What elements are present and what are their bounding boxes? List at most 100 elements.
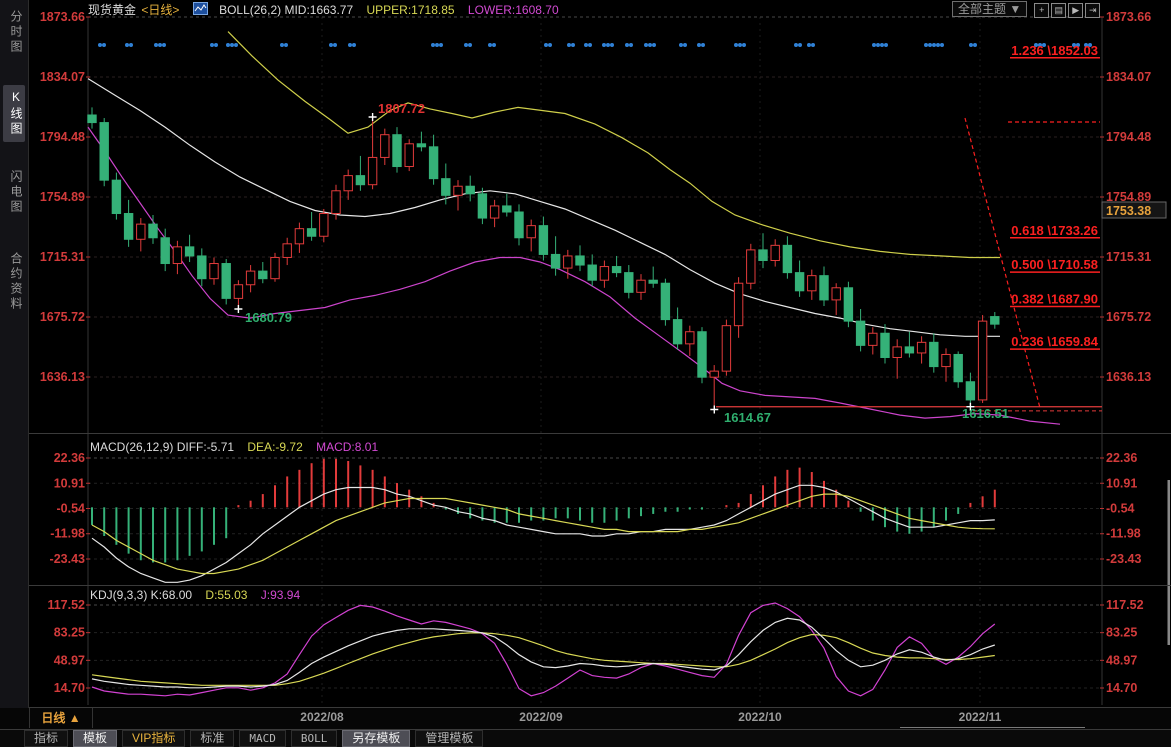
event-dot-icon	[439, 43, 443, 47]
period-selector[interactable]: 日线 ▲	[29, 708, 93, 728]
event-dot-icon	[210, 43, 214, 47]
event-dot-icon	[876, 43, 880, 47]
tab-macd[interactable]: MACD	[239, 730, 286, 747]
candle	[210, 264, 218, 279]
candle	[539, 226, 547, 255]
candle	[246, 271, 254, 285]
svg-text:14.70: 14.70	[54, 681, 85, 695]
chart-header: 现货黄金 <日线> BOLL(26,2) MID:1663.77 UPPER:1…	[88, 1, 569, 18]
event-dot-icon	[936, 43, 940, 47]
theme-dropdown[interactable]: 全部主题 ▼	[952, 1, 1027, 17]
event-dot-icon	[230, 43, 234, 47]
event-dot-icon	[629, 43, 633, 47]
event-dot-icon	[794, 43, 798, 47]
svg-text:-0.54: -0.54	[57, 502, 86, 516]
svg-text:117.52: 117.52	[1106, 598, 1144, 612]
candle	[856, 321, 864, 345]
event-dot-icon	[679, 43, 683, 47]
event-dot-icon	[610, 43, 614, 47]
candle	[417, 144, 425, 147]
candle	[942, 354, 950, 366]
event-dot-icon	[129, 43, 133, 47]
tab-standard[interactable]: 标准	[190, 730, 234, 747]
candle	[137, 224, 145, 239]
scrollbar[interactable]	[900, 727, 1085, 728]
tab-indicators[interactable]: 指标	[24, 730, 68, 747]
svg-text:1715.31: 1715.31	[1106, 250, 1151, 264]
sidebar-item-flash[interactable]: 闪电图	[3, 165, 25, 220]
candle	[100, 123, 108, 181]
candle	[222, 264, 230, 299]
candle	[966, 382, 974, 400]
candle	[673, 320, 681, 344]
vertical-scrollbar[interactable]	[1168, 480, 1171, 645]
svg-text:1834.07: 1834.07	[40, 70, 85, 84]
sidebar-item-time-share[interactable]: 分时图	[3, 5, 25, 60]
tab-save-template[interactable]: 另存模板	[342, 730, 410, 747]
event-dot-icon	[162, 43, 166, 47]
event-dot-icon	[280, 43, 284, 47]
step-forward-icon[interactable]: ▶	[1068, 3, 1083, 18]
event-dot-icon	[488, 43, 492, 47]
svg-text:1873.66: 1873.66	[1106, 10, 1151, 24]
event-dot-icon	[701, 43, 705, 47]
candle	[149, 224, 157, 238]
boll-mid-label: BOLL(26,2) MID:1663.77	[219, 3, 353, 17]
candle	[686, 332, 694, 344]
candle	[637, 280, 645, 292]
event-dot-icon	[125, 43, 129, 47]
event-dot-icon	[284, 43, 288, 47]
move-pad-icon[interactable]: +	[1034, 3, 1049, 18]
fit-chart-icon[interactable]: ▤	[1051, 3, 1066, 18]
event-dot-icon	[969, 43, 973, 47]
event-dot-icon	[807, 43, 811, 47]
jump-end-icon[interactable]: ⇥	[1085, 3, 1100, 18]
tab-templates[interactable]: 模板	[73, 730, 117, 747]
time-axis-row: 日线 ▲ 2022/082022/092022/102022/11	[0, 708, 1171, 729]
event-dot-icon	[652, 43, 656, 47]
event-dot-icon	[435, 43, 439, 47]
macd-diff-label: MACD(26,12,9) DIFF:-5.71	[90, 440, 234, 454]
candle	[881, 333, 889, 357]
svg-text:10.91: 10.91	[1106, 476, 1137, 490]
candle	[564, 256, 572, 268]
candle	[612, 267, 620, 273]
candle	[832, 288, 840, 300]
event-dot-icon	[697, 43, 701, 47]
sidebar-item-contract-info[interactable]: 合约资料	[3, 247, 25, 317]
sidebar-item-kline[interactable]: K线图	[3, 85, 25, 142]
candle	[710, 371, 718, 377]
x-axis-label: 2022/11	[959, 710, 1002, 724]
svg-text:1715.31: 1715.31	[40, 250, 85, 264]
chart-canvas[interactable]: 1.236 \1852.030.618 \1733.260.500 \1710.…	[0, 0, 1171, 747]
macd-header: MACD(26,12,9) DIFF:-5.71 DEA:-9.72 MACD:…	[90, 440, 388, 454]
candle	[234, 285, 242, 299]
event-dot-icon	[932, 43, 936, 47]
price-marker-cross	[234, 305, 242, 313]
svg-text:-23.43: -23.43	[50, 552, 85, 566]
candle	[551, 254, 559, 268]
candle	[759, 250, 767, 261]
candle	[198, 256, 206, 279]
candle	[649, 280, 657, 283]
event-dot-icon	[102, 43, 106, 47]
price-annotation: 1807.72	[378, 101, 425, 116]
event-dot-icon	[333, 43, 337, 47]
panel-divider	[0, 433, 1171, 434]
candle	[271, 257, 279, 278]
boll-upper-label: UPPER:1718.85	[367, 3, 455, 17]
event-dot-icon	[625, 43, 629, 47]
indicator-chart-icon	[193, 2, 208, 15]
event-dot-icon	[468, 43, 472, 47]
candle	[466, 186, 474, 194]
svg-text:22.36: 22.36	[1106, 451, 1137, 465]
tab-manage-templates[interactable]: 管理模板	[415, 730, 483, 747]
period-tag: <日线>	[141, 3, 179, 17]
candle	[381, 135, 389, 158]
tab-boll[interactable]: BOLL	[291, 730, 338, 747]
event-dot-icon	[973, 43, 977, 47]
tab-vip-indicators[interactable]: VIP指标	[122, 730, 185, 747]
chevron-down-icon: ▼	[1009, 2, 1021, 16]
candle	[185, 247, 193, 256]
event-dot-icon	[884, 43, 888, 47]
